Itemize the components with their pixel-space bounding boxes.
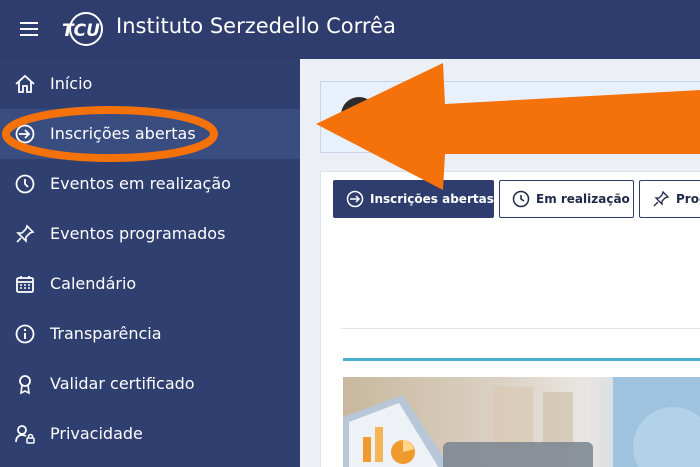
tab-inscricoes-abertas[interactable]: Inscrições abertas (333, 180, 494, 218)
sidebar-item-label: Transparência (50, 324, 162, 343)
sidebar-item-eventos-em-realizacao[interactable]: Eventos em realização (0, 159, 300, 209)
clock-icon (14, 173, 36, 195)
menu-icon[interactable] (20, 22, 38, 36)
sidebar-item-transparencia[interactable]: Transparência (0, 309, 300, 359)
events-card: Inscrições abertas Em realização Prog (320, 171, 700, 467)
award-icon (14, 373, 36, 395)
sidebar-item-inicio[interactable]: Início (0, 59, 300, 109)
tab-em-realizacao[interactable]: Em realização (499, 180, 634, 218)
pin-icon (14, 223, 36, 245)
sidebar-item-inscricoes-abertas[interactable]: Inscrições abertas (0, 109, 300, 159)
sidebar-item-label: Eventos em realização (50, 174, 231, 193)
info-icon (14, 323, 36, 345)
home-icon (14, 73, 36, 95)
main-content: Escolha sua opção para listar mais event… (300, 59, 700, 467)
pin-icon (652, 190, 670, 208)
arrow-circle-icon (14, 123, 36, 145)
tcu-logo[interactable]: TCU (60, 10, 106, 48)
sidebar-item-label: Eventos programados (50, 224, 226, 243)
user-lock-icon (14, 423, 36, 445)
sidebar-item-label: Validar certificado (50, 374, 195, 393)
divider (341, 328, 700, 329)
top-bar: TCU Instituto Serzedello Corrêa (0, 0, 700, 59)
sidebar-item-label: Calendário (50, 274, 137, 293)
tab-label: Inscrições abertas (370, 192, 494, 206)
event-card[interactable] (343, 358, 700, 467)
calendar-icon (14, 273, 36, 295)
sidebar-item-privacidade[interactable]: Privacidade (0, 409, 300, 459)
tab-label: Prog (676, 192, 700, 206)
sidebar-item-validar-certificado[interactable]: Validar certificado (0, 359, 300, 409)
sidebar-item-label: Início (50, 74, 93, 93)
sidebar: Início Inscrições abertas Eventos em rea… (0, 59, 300, 467)
clock-icon (512, 190, 530, 208)
arrow-circle-icon (346, 190, 364, 208)
event-image (343, 377, 700, 467)
sidebar-item-eventos-programados[interactable]: Eventos programados (0, 209, 300, 259)
app-title: Instituto Serzedello Corrêa (116, 14, 396, 38)
notice-icon (341, 97, 377, 133)
info-notice: Escolha sua opção para listar mais event… (320, 81, 700, 153)
notice-text: Escolha sua opção para listar mais event… (417, 110, 700, 125)
sidebar-item-calendario[interactable]: Calendário (0, 259, 300, 309)
tab-label: Em realização (536, 192, 630, 206)
logo-text: TCU (62, 21, 100, 41)
tab-programados[interactable]: Prog (639, 180, 700, 218)
sidebar-item-label: Privacidade (50, 424, 143, 443)
sidebar-item-label: Inscrições abertas (50, 124, 196, 143)
